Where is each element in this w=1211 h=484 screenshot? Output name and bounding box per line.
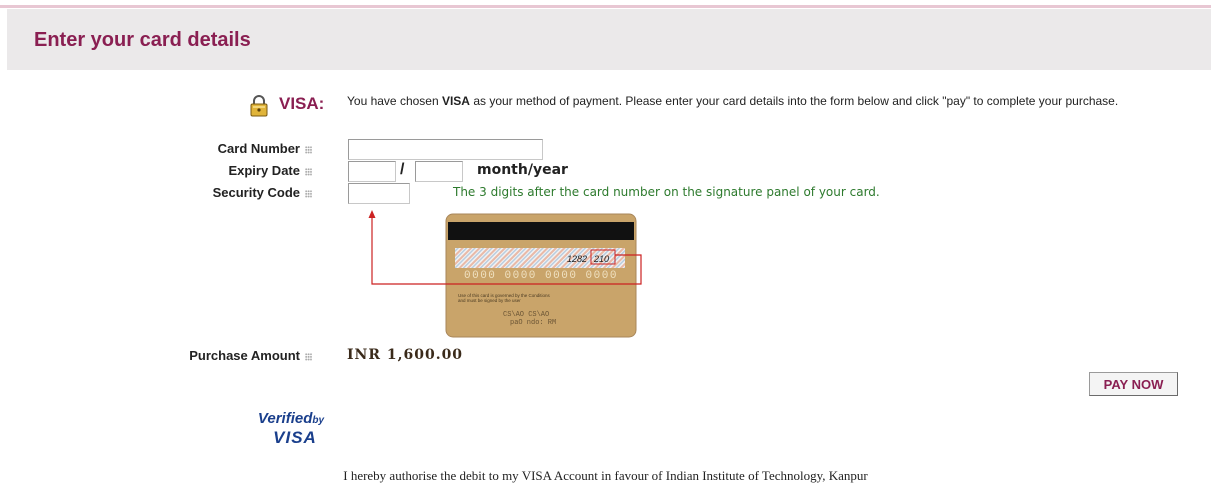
- top-accent-line: [0, 5, 1211, 8]
- vbv-line-1: Verifiedby: [252, 411, 330, 429]
- purchase-amount-label: Purchase Amount: [189, 348, 300, 363]
- cvv-digits: 210: [593, 254, 609, 264]
- payment-instructions: You have chosen VISA as your method of p…: [347, 94, 1137, 108]
- dots-icon: [305, 167, 312, 176]
- security-code-input[interactable]: [348, 183, 410, 204]
- card-number-input[interactable]: [348, 139, 543, 160]
- page-header: Enter your card details: [7, 9, 1211, 70]
- pointer-arrow-icon: [368, 210, 376, 218]
- verified-by-visa-logo: Verifiedby VISA: [252, 411, 330, 447]
- pay-now-button[interactable]: PAY NOW: [1089, 372, 1178, 396]
- intro-prefix: You have chosen: [347, 94, 442, 108]
- purchase-amount-label-row: Purchase Amount: [112, 348, 312, 363]
- card-fine-print-2: paO ndo: RM: [510, 319, 556, 327]
- expiry-separator: /: [400, 161, 405, 178]
- intro-suffix: as your method of payment. Please enter …: [469, 94, 1119, 108]
- expiry-year-input[interactable]: [415, 161, 463, 182]
- intro-method: VISA: [441, 94, 470, 108]
- dots-icon: [305, 189, 312, 198]
- card-number-label: Card Number: [217, 141, 300, 156]
- dots-icon: [305, 145, 312, 154]
- card-number-digits: 0000 0000 0000 0000: [464, 270, 618, 282]
- dots-icon: [305, 352, 312, 361]
- vbv-by-text: by: [312, 415, 325, 426]
- signature-digits: 1282: [567, 254, 587, 264]
- vbv-verified-text: Verified: [257, 410, 313, 427]
- card-terms-line-2: and must be signed by the user: [458, 298, 521, 303]
- vbv-visa-text: VISA: [273, 428, 317, 447]
- expiry-date-label-row: Expiry Date: [112, 163, 312, 178]
- expiry-format-hint: month/year: [477, 162, 568, 178]
- card-back-illustration: 1282 210 0000 0000 0000 0000 Use of this…: [368, 210, 642, 338]
- card-fine-print: CS\AO CS\AO: [503, 311, 549, 319]
- authorisation-statement: I hereby authorise the debit to my VISA …: [343, 468, 868, 483]
- expiry-month-input[interactable]: [348, 161, 396, 182]
- payment-method-label: VISA:: [279, 94, 325, 113]
- security-code-hint: The 3 digits after the card number on th…: [453, 185, 880, 199]
- security-code-label-row: Security Code: [112, 185, 312, 200]
- lock-icon: [250, 95, 268, 117]
- card-number-label-row: Card Number: [112, 141, 312, 156]
- security-code-label: Security Code: [212, 185, 300, 200]
- page-title: Enter your card details: [34, 29, 251, 51]
- purchase-amount-value: INR 1,600.00: [347, 347, 464, 363]
- expiry-date-label: Expiry Date: [228, 163, 300, 178]
- magnetic-stripe: [448, 222, 634, 240]
